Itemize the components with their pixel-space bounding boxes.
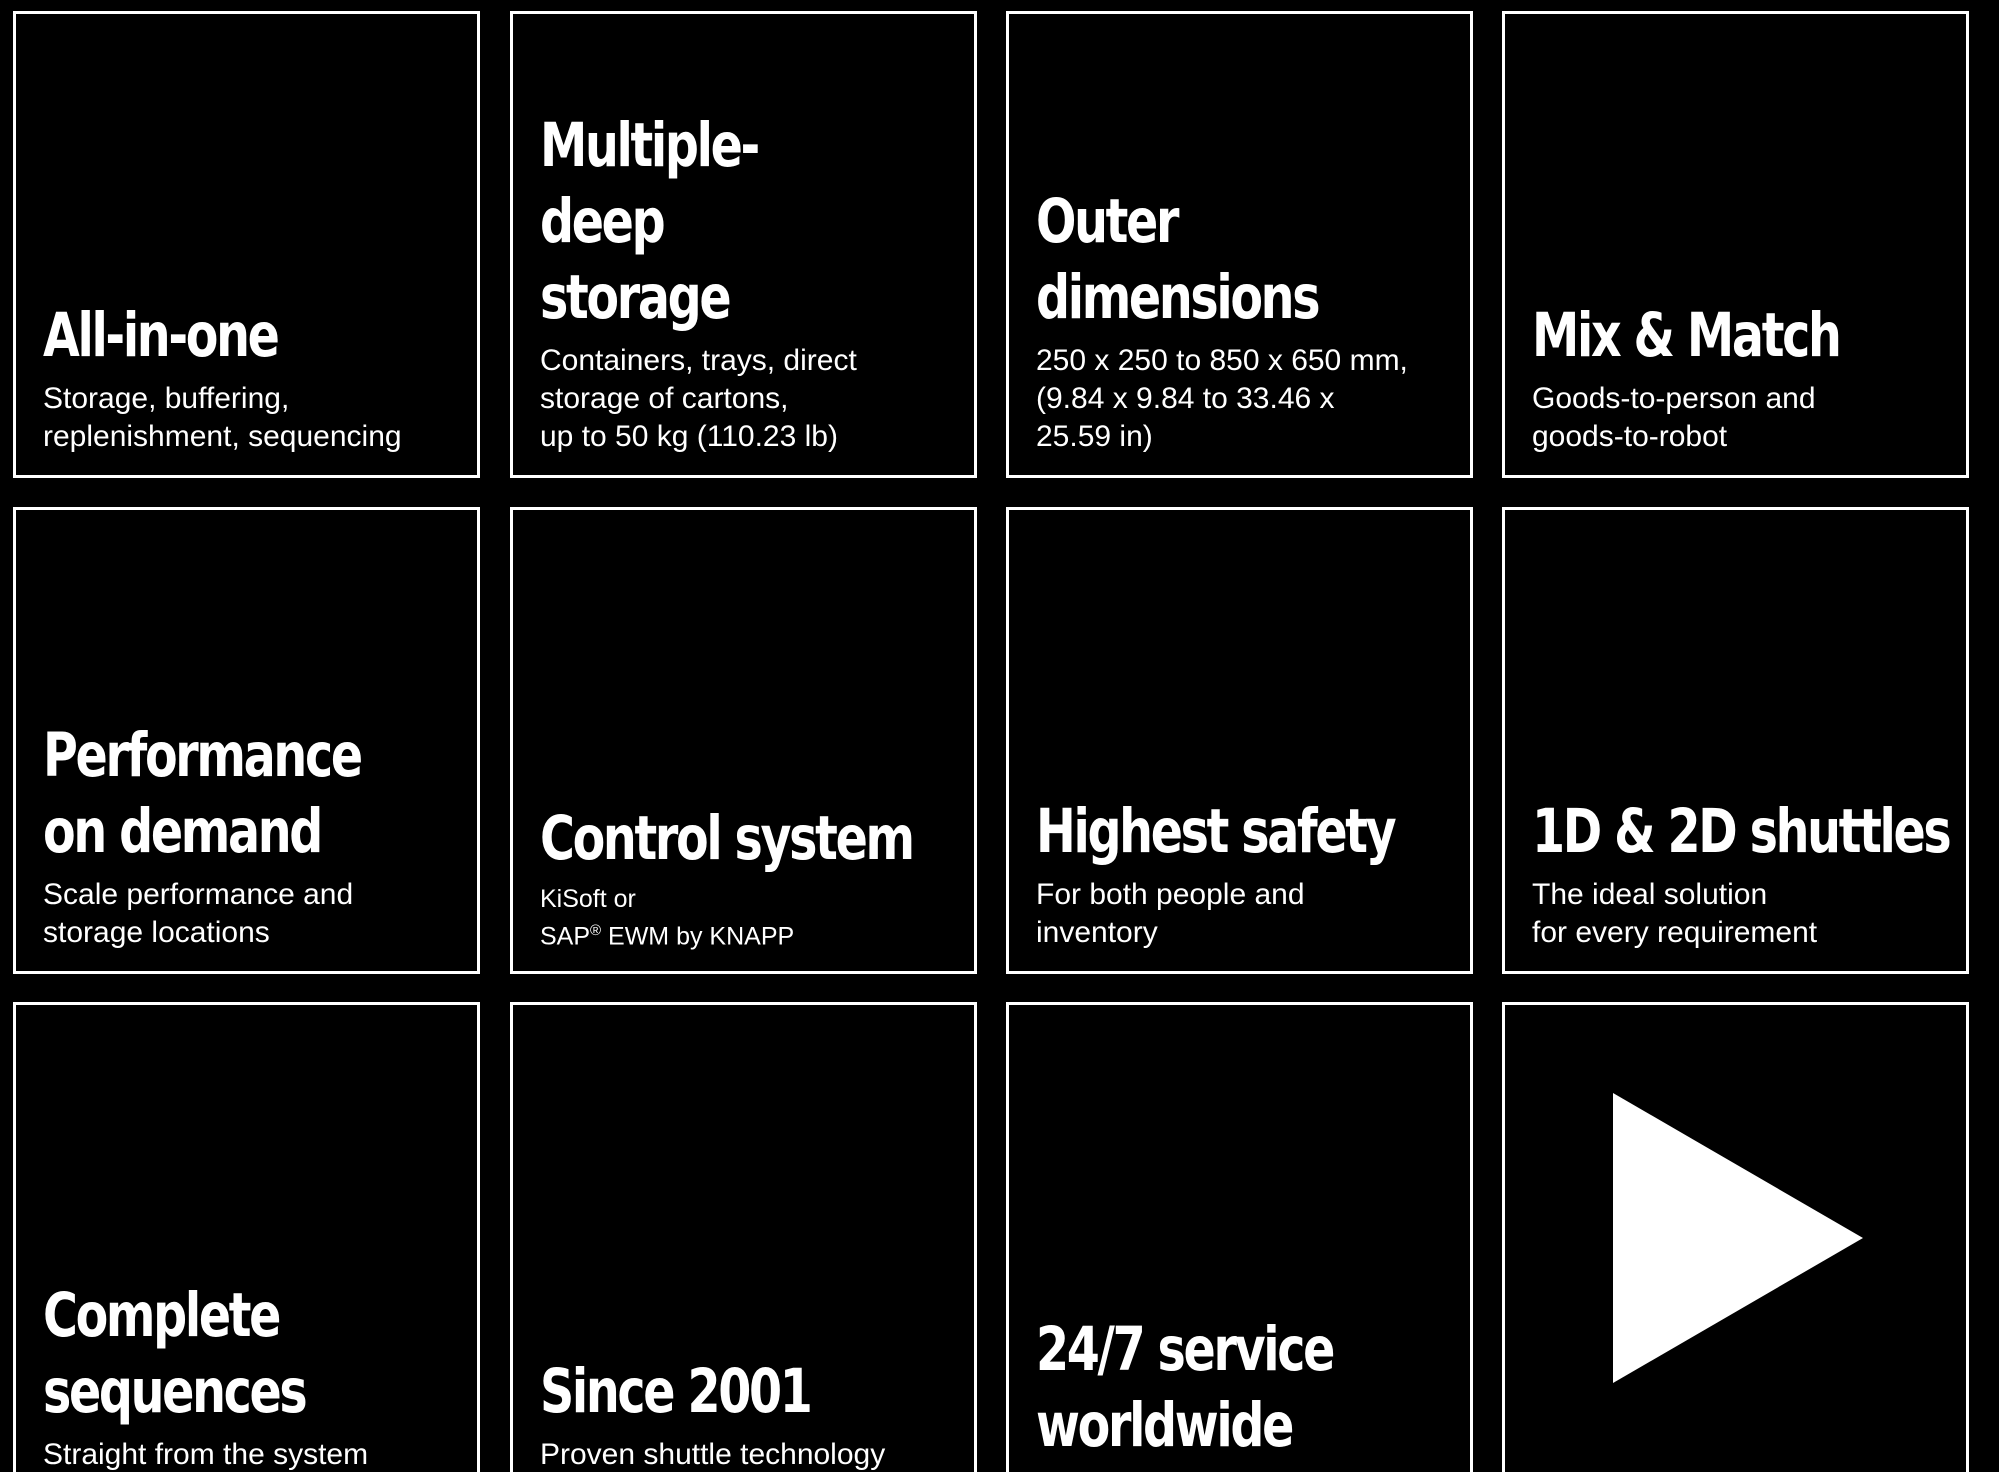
subtitle-line: SAP® EWM by KNAPP [540, 915, 964, 952]
feature-tile-complete-sequences: Complete sequences Straight from the sys… [13, 1002, 480, 1472]
feature-tile-since-2001: Since 2001 Proven shuttle technology [510, 1002, 977, 1472]
tile-content: Since 2001 Proven shuttle technology [540, 1354, 964, 1472]
tile-content: Control system KiSoft or SAP® EWM by KNA… [540, 801, 964, 952]
tile-title: Performance on demand [43, 720, 363, 867]
tile-subtitle: Straight from the system [43, 1438, 369, 1471]
tile-subtitle: 250 x 250 to 850 x 650 mm, (9.84 x 9.84 … [1036, 344, 1408, 453]
tile-title: 1D & 2D shuttles [1532, 796, 1952, 867]
tile-subtitle: Scale performance and storage locations [43, 878, 354, 949]
tile-content: Multiple-deep storage Containers, trays,… [540, 108, 964, 456]
tile-subtitle: KiSoft or SAP® EWM by KNAPP [540, 883, 964, 952]
tile-title: Outer dimensions [1036, 186, 1321, 333]
subtitle-line: KiSoft or [540, 884, 636, 913]
tile-title: 24/7 service worldwide [1036, 1314, 1335, 1461]
tile-content: Complete sequences Straight from the sys… [43, 1278, 467, 1472]
tile-subtitle: Containers, trays, direct storage of car… [540, 344, 857, 453]
sap-text: SAP [540, 922, 591, 950]
tile-subtitle: Proven shuttle technology [540, 1438, 886, 1471]
tile-subtitle: For both people and inventory [1036, 878, 1305, 949]
feature-grid: All-in-one Storage, buffering, replenish… [0, 0, 1999, 1472]
tile-title: Multiple-deep storage [540, 110, 760, 333]
tile-content: All-in-one Storage, buffering, replenish… [43, 298, 467, 456]
tile-content: Performance on demand Scale performance … [43, 718, 467, 952]
feature-tile-service-worldwide: 24/7 service worldwide [1006, 1002, 1473, 1472]
registered-mark: ® [590, 921, 602, 939]
tile-subtitle: The ideal solution for every requirement [1532, 878, 1818, 949]
tile-content: 1D & 2D shuttles The ideal solution for … [1532, 794, 1956, 952]
tile-title: Highest safety [1036, 796, 1397, 867]
ewm-text: EWM by KNAPP [601, 922, 795, 950]
tile-subtitle: Goods-to-person and goods-to-robot [1532, 382, 1816, 453]
tile-title: Mix & Match [1532, 300, 1842, 371]
feature-tile-all-in-one: All-in-one Storage, buffering, replenish… [13, 11, 480, 478]
feature-tile-outer-dimensions: Outer dimensions 250 x 250 to 850 x 650 … [1006, 11, 1473, 478]
tile-content: Highest safety For both people and inven… [1036, 794, 1460, 952]
tile-content: 24/7 service worldwide [1036, 1312, 1460, 1464]
feature-tile-performance-on-demand: Performance on demand Scale performance … [13, 507, 480, 974]
tile-title: All-in-one [43, 300, 280, 371]
tile-title: Control system [540, 802, 915, 874]
tile-title: Complete sequences [43, 1280, 308, 1427]
tile-content: Outer dimensions 250 x 250 to 850 x 650 … [1036, 184, 1460, 456]
feature-tile-control-system: Control system KiSoft or SAP® EWM by KNA… [510, 507, 977, 974]
play-icon[interactable] [1505, 1005, 1969, 1472]
tile-content: Mix & Match Goods-to-person and goods-to… [1532, 298, 1956, 456]
feature-tile-highest-safety: Highest safety For both people and inven… [1006, 507, 1473, 974]
tile-subtitle: Storage, buffering, replenishment, seque… [43, 382, 402, 453]
tile-title: Since 2001 [540, 1356, 813, 1427]
feature-tile-multiple-deep-storage: Multiple-deep storage Containers, trays,… [510, 11, 977, 478]
video-play-tile[interactable] [1502, 1002, 1969, 1472]
feature-tile-mix-and-match: Mix & Match Goods-to-person and goods-to… [1502, 11, 1969, 478]
feature-tile-shuttles: 1D & 2D shuttles The ideal solution for … [1502, 507, 1969, 974]
